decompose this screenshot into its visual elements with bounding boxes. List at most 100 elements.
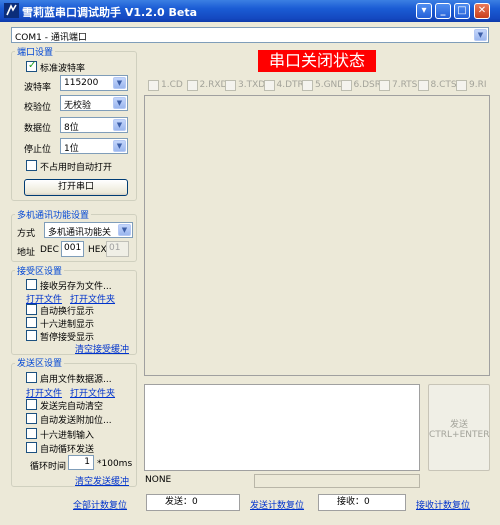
signal-checkbox: [302, 80, 313, 91]
signal-lines: 1.CD 2.RXD 3.TXD 4.DTR 5.GND 6.DSR 7.RTS 8.CTS 9…: [145, 80, 490, 92]
auto-newline-checkbox[interactable]: [26, 304, 37, 315]
standard-baud-checkbox[interactable]: [26, 60, 37, 72]
signal-checkbox: [456, 80, 467, 91]
maximize-button[interactable]: □: [454, 3, 470, 19]
receive-display-area[interactable]: [144, 95, 490, 376]
chevron-down-icon: ▼: [113, 119, 126, 131]
send-open-folder-link[interactable]: 打开文件夹: [70, 386, 115, 399]
parity-label: 校验位: [24, 103, 52, 113]
signal-checkbox: [225, 80, 236, 91]
send-open-file-link[interactable]: 打开文件: [26, 386, 62, 399]
parity-select[interactable]: 无校验 ▼: [60, 95, 128, 111]
recv-save-file-checkbox[interactable]: [26, 279, 37, 290]
hex-input[interactable]: 01: [106, 241, 129, 257]
auto-open-label: 不占用时自动打开: [40, 163, 113, 173]
mode-select[interactable]: 多机通讯功能关 ▼: [44, 222, 133, 238]
hex-label: HEX: [88, 245, 107, 255]
signal-label: 1.CD: [161, 80, 183, 90]
enable-file-source-label: 启用文件数据源...: [40, 375, 112, 385]
reset-send-counter-link[interactable]: 发送计数复位: [250, 498, 304, 511]
send-input-area[interactable]: [144, 384, 420, 471]
open-port-button[interactable]: 打开串口: [24, 179, 128, 196]
auto-open-checkbox[interactable]: [26, 160, 37, 171]
signal-label: 4.DTR: [276, 80, 304, 90]
send-button-label: 发送: [449, 420, 468, 430]
signal-label: 9.RI: [469, 80, 487, 90]
menu-dropdown-button[interactable]: ▾: [416, 3, 432, 19]
mode-label: 方式: [17, 229, 36, 239]
port-status-indicator: 串口关闭状态: [258, 50, 376, 72]
auto-append-checkbox[interactable]: [26, 413, 37, 424]
mode-value: 多机通讯功能关: [48, 228, 112, 238]
send-settings-legend: 发送区设置: [15, 356, 65, 369]
title-bar[interactable]: 雪莉蓝串口调试助手 V1.2.0 Beta ▾ _ □ ✕: [0, 0, 500, 22]
dec-input[interactable]: 001: [61, 241, 84, 257]
recv-save-file-label: 接收另存为文件...: [40, 282, 112, 292]
recv-counter-value: 0: [364, 497, 370, 507]
window-title: 雪莉蓝串口调试助手 V1.2.0 Beta: [22, 6, 198, 19]
stopbits-label: 停止位: [24, 145, 52, 155]
signal-checkbox: [417, 80, 429, 91]
sent-counter-label: 发送：: [165, 497, 193, 507]
minimize-button[interactable]: _: [435, 3, 451, 19]
signal-label: 8.CTS: [430, 80, 457, 90]
send-button[interactable]: 发送 CTRL+ENTER: [428, 384, 490, 471]
progress-bar: [254, 474, 420, 488]
databits-select[interactable]: 8位 ▼: [60, 117, 128, 133]
reset-recv-counter-link[interactable]: 接收计数复位: [416, 498, 470, 511]
reset-all-counters-link[interactable]: 全部计数复位: [73, 498, 127, 511]
databits-label: 数据位: [24, 124, 52, 134]
auto-newline-label: 自动换行显示: [40, 307, 95, 317]
pause-display-checkbox[interactable]: [26, 330, 37, 341]
hex-input-checkbox[interactable]: [26, 428, 37, 439]
chevron-down-icon: ▼: [118, 224, 131, 236]
com-port-select[interactable]: COM1 - 通讯端口 ▼: [11, 27, 489, 43]
signal-label: 6.DSR: [353, 80, 381, 90]
baud-value: 115200: [64, 78, 99, 88]
cycle-unit-label: *100ms: [97, 459, 133, 469]
close-button[interactable]: ✕: [474, 3, 490, 19]
sent-counter: 发送：0: [146, 494, 240, 511]
loop-send-label: 自动循环发送: [40, 445, 95, 455]
recv-counter-label: 接收：: [337, 497, 365, 507]
port-settings-legend: 端口设置: [15, 45, 56, 58]
recv-settings-legend: 接受区设置: [15, 264, 65, 277]
dec-label: DEC: [40, 245, 59, 255]
clear-send-buffer-link[interactable]: 清空发送缓冲: [75, 474, 129, 487]
clear-recv-buffer-link[interactable]: 清空接受缓冲: [75, 342, 129, 355]
auto-clear-label: 发送完自动清空: [40, 402, 104, 412]
stopbits-select[interactable]: 1位 ▼: [60, 138, 128, 154]
loop-send-checkbox[interactable]: [26, 442, 37, 453]
auto-append-label: 自动发送附加位...: [40, 416, 112, 426]
chevron-down-icon: ▼: [113, 140, 126, 152]
standard-baud-label: 标准波特率: [40, 64, 86, 74]
baud-select[interactable]: 115200 ▼: [60, 75, 128, 91]
signal-checkbox: [148, 80, 159, 91]
enable-file-source-checkbox[interactable]: [26, 372, 37, 383]
signal-checkbox: [340, 80, 352, 91]
cycle-time-input[interactable]: 1: [68, 455, 94, 470]
sent-counter-value: 0: [192, 497, 198, 507]
multi-comm-legend: 多机通讯功能设置: [15, 208, 92, 221]
hex-display-checkbox[interactable]: [26, 317, 37, 328]
auto-clear-checkbox[interactable]: [26, 399, 37, 410]
send-button-shortcut: CTRL+ENTER: [429, 430, 490, 440]
address-label: 地址: [17, 248, 36, 258]
signal-label: 2.RXD: [199, 80, 228, 90]
signal-checkbox: [186, 80, 198, 91]
signal-checkbox: [379, 80, 390, 91]
parity-value: 无校验: [64, 101, 92, 111]
chevron-down-icon: ▼: [474, 29, 487, 41]
cycle-time-label: 循环时间: [30, 462, 67, 472]
send-status-text: NONE: [145, 475, 172, 485]
hex-input-label: 十六进制输入: [40, 431, 95, 441]
chevron-down-icon: ▼: [113, 77, 126, 89]
baud-label: 波特率: [24, 83, 52, 93]
stopbits-value: 1位: [64, 144, 79, 154]
signal-label: 3.TXD: [238, 80, 266, 90]
databits-value: 8位: [64, 123, 79, 133]
app-icon: [4, 3, 19, 18]
recv-counter: 接收：0: [318, 494, 406, 511]
chevron-down-icon: ▼: [113, 97, 126, 109]
com-port-value: COM1 - 通讯端口: [15, 33, 87, 43]
